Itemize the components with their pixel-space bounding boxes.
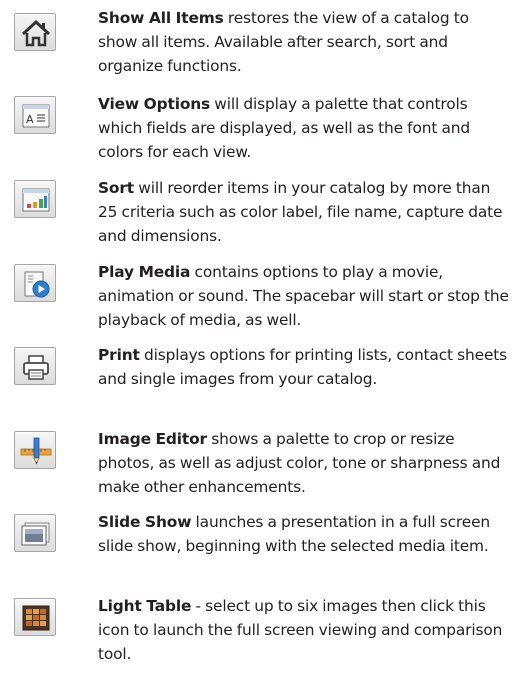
item-description: Play Media contains options to play a mo… [98,260,510,332]
item-title: Play Media [98,263,191,281]
item-title: Show All Items [98,9,224,27]
item-text: will reorder items in your catalog by mo… [98,179,503,245]
svg-text:A: A [26,113,34,126]
image-editor-button[interactable] [14,431,56,469]
sort-chart-icon [22,188,50,212]
show-all-items-button[interactable] [14,13,56,51]
item-title: Sort [98,179,135,197]
item-title: Print [98,346,140,364]
item-description: Print displays options for printing list… [98,343,510,391]
item-description: View Options will display a palette that… [98,92,510,164]
home-icon [21,19,51,47]
slide-show-button[interactable] [14,514,56,552]
item-title: Slide Show [98,513,192,531]
light-table-icon [22,605,50,631]
view-options-icon: A [22,104,50,128]
play-media-icon [24,271,50,298]
item-description: Show All Items restores the view of a ca… [98,6,510,78]
item-description: Sort will reorder items in your catalog … [98,176,510,248]
item-title: Image Editor [98,430,207,448]
item-description: Image Editor shows a palette to crop or … [98,427,510,499]
item-title: View Options [98,95,211,113]
play-media-button[interactable] [14,264,56,302]
print-button[interactable] [14,347,56,385]
item-description: Light Table - select up to six images th… [98,594,510,666]
item-title: Light Table [98,597,192,615]
view-options-button[interactable]: A [14,96,56,134]
light-table-button[interactable] [14,598,56,636]
slide-show-icon [21,522,50,546]
printer-icon [23,355,49,380]
image-editor-icon [20,437,52,465]
item-description: Slide Show launches a presentation in a … [98,510,510,558]
sort-button[interactable] [14,180,56,218]
item-text: displays options for printing lists, con… [98,346,508,388]
